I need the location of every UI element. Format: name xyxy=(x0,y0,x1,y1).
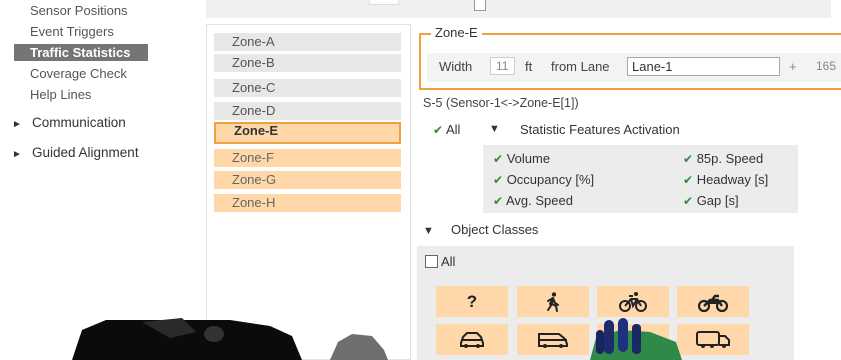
stat-85p-speed-checkbox[interactable]: ✔ 85p. Speed xyxy=(683,151,763,166)
width-input[interactable]: 11 xyxy=(490,57,515,75)
plus-label: + xyxy=(789,59,797,74)
bicycle-icon xyxy=(619,291,647,312)
class-tile-car[interactable] xyxy=(436,324,508,355)
stats-all-label: All xyxy=(445,122,461,137)
zone-item-e[interactable]: Zone-E xyxy=(214,122,401,144)
top-checkbox[interactable] xyxy=(474,0,486,11)
unit-label: ft xyxy=(525,59,533,74)
nav-item-event-triggers[interactable]: Event Triggers xyxy=(30,24,114,39)
stats-section-header: Statistic Features Activation xyxy=(520,122,680,137)
checkmark-icon: ✔ xyxy=(493,194,504,208)
expand-arrow-icon: ► xyxy=(12,119,22,130)
nav-group-label: Guided Alignment xyxy=(32,145,139,160)
stat-label: Avg. Speed xyxy=(505,193,573,208)
class-tile-van[interactable] xyxy=(517,324,589,355)
zone-item-f[interactable]: Zone-F xyxy=(214,149,401,167)
stat-label: Headway [s] xyxy=(696,172,769,187)
nav-item-coverage-check[interactable]: Coverage Check xyxy=(30,66,127,81)
stat-volume-checkbox[interactable]: ✔ Volume xyxy=(493,151,550,166)
offset-input[interactable]: 165 xyxy=(816,59,836,73)
checkbox-icon xyxy=(425,255,438,268)
stats-all-checkbox[interactable]: ✔ All xyxy=(433,122,460,137)
zone-item-g[interactable]: Zone-G xyxy=(214,171,401,189)
from-lane-label: from Lane xyxy=(551,59,610,74)
checkmark-icon: ✔ xyxy=(433,123,444,137)
nav-group-label: Communication xyxy=(32,115,126,130)
object-classes-label: Object Classes xyxy=(451,222,539,237)
class-tile-lorry[interactable] xyxy=(677,324,749,355)
car-icon xyxy=(460,331,484,348)
expand-arrow-icon: ► xyxy=(12,149,22,160)
lane-select[interactable]: Lane-1 xyxy=(627,57,780,76)
top-input-field[interactable] xyxy=(369,0,399,5)
object-classes-header[interactable]: ▼ Object Classes xyxy=(423,222,538,237)
sidebar-nav: Sensor Positions Event Triggers Traffic … xyxy=(0,0,200,360)
class-tile-motorcycle[interactable] xyxy=(677,286,749,317)
zone-panel-title: Zone-E xyxy=(431,25,482,40)
truck-icon xyxy=(618,331,648,348)
zone-item-h[interactable]: Zone-H xyxy=(214,194,401,212)
nav-item-help-lines[interactable]: Help Lines xyxy=(30,87,91,102)
pedestrian-icon xyxy=(547,291,559,312)
class-tile-bicycle[interactable] xyxy=(597,286,669,317)
van-icon xyxy=(538,332,568,348)
stat-occupancy-checkbox[interactable]: ✔ Occupancy [%] xyxy=(493,172,594,187)
checkmark-icon: ✔ xyxy=(493,173,504,187)
nav-group-guided-alignment[interactable]: ► Guided Alignment xyxy=(12,145,139,160)
object-classes-all-label: All xyxy=(441,254,456,269)
stat-label: Volume xyxy=(506,151,551,166)
zone-list: Zone-A Zone-B Zone-C Zone-D Zone-E Zone-… xyxy=(206,24,411,360)
stat-gap-checkbox[interactable]: ✔ Gap [s] xyxy=(683,193,739,208)
zone-item-b[interactable]: Zone-B xyxy=(214,54,401,72)
zone-geometry-row: Width 11 ft from Lane Lane-1 + 165 xyxy=(427,53,841,82)
stat-label: Occupancy [%] xyxy=(506,172,595,187)
top-toolbar-strip xyxy=(206,0,831,18)
motorcycle-icon xyxy=(698,294,728,312)
object-classes-all-checkbox[interactable]: All xyxy=(425,254,455,269)
nav-item-traffic-statistics[interactable]: Traffic Statistics xyxy=(14,44,148,61)
zone-item-d[interactable]: Zone-D xyxy=(214,102,401,120)
stat-avg-speed-checkbox[interactable]: ✔ Avg. Speed xyxy=(493,193,573,208)
zone-detail-panel: Zone-E Width 11 ft from Lane Lane-1 + 16… xyxy=(419,25,841,90)
stat-features-panel: ✔ Volume ✔ 85p. Speed ✔ Occupancy [%] ✔ … xyxy=(483,145,798,213)
stat-label: Gap [s] xyxy=(696,193,739,208)
object-classes-panel: All ? xyxy=(417,246,794,360)
unknown-icon: ? xyxy=(466,291,478,311)
width-label: Width xyxy=(439,59,473,74)
sensor-zone-link-text: S-5 (Sensor-1<->Zone-E[1]) xyxy=(423,96,579,110)
checkmark-icon: ✔ xyxy=(493,152,504,166)
nav-item-sensor-positions[interactable]: Sensor Positions xyxy=(30,3,128,18)
nav-group-communication[interactable]: ► Communication xyxy=(12,115,126,130)
checkmark-icon: ✔ xyxy=(683,152,694,166)
collapse-arrow-icon: ▼ xyxy=(423,225,434,237)
stat-label: 85p. Speed xyxy=(696,151,764,166)
checkmark-icon: ✔ xyxy=(683,173,694,187)
checkmark-icon: ✔ xyxy=(683,194,694,208)
zone-item-c[interactable]: Zone-C xyxy=(214,79,401,97)
zone-item-a[interactable]: Zone-A xyxy=(214,33,401,51)
stat-headway-checkbox[interactable]: ✔ Headway [s] xyxy=(683,172,768,187)
bus-truck-icon xyxy=(696,330,730,348)
collapse-arrow-icon[interactable]: ▼ xyxy=(489,123,500,135)
class-tile-unknown[interactable]: ? xyxy=(436,286,508,317)
class-tile-truck[interactable] xyxy=(597,324,669,355)
class-tile-pedestrian[interactable] xyxy=(517,286,589,317)
